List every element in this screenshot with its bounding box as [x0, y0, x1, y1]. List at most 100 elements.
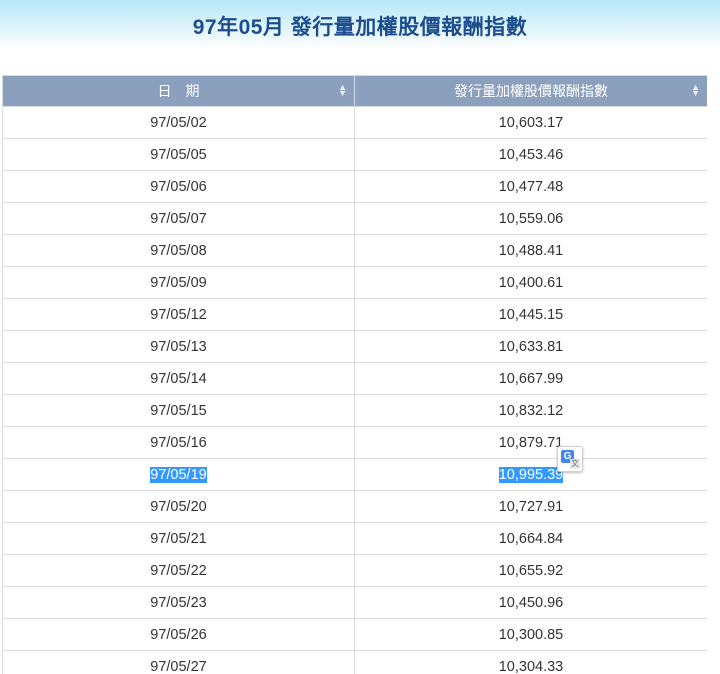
index-value-cell: 10,559.06 [354, 202, 707, 235]
index-value-cell: 10,445.15 [354, 298, 707, 331]
date-cell: 97/05/06 [2, 170, 355, 203]
date-text: 97/05/09 [150, 274, 207, 291]
table-row: 97/05/15 10,832.12 [2, 394, 707, 427]
date-cell: 97/05/23 [2, 586, 355, 619]
header-index[interactable]: 發行量加權股價報酬指數 ▲ ▼ [354, 75, 707, 107]
date-text: 97/05/14 [150, 370, 207, 387]
index-value-text: 10,559.06 [498, 210, 564, 227]
date-cell: 97/05/16 [2, 426, 355, 459]
index-value-text: 10,603.17 [498, 114, 564, 131]
date-cell: 97/05/12 [2, 298, 355, 331]
index-value-cell: 10,400.61 [354, 266, 707, 299]
index-value-cell: 10,603.17 [354, 106, 707, 139]
date-cell: 97/05/21 [2, 522, 355, 555]
table-row: 97/05/02 10,603.17 [2, 106, 707, 139]
date-text: 97/05/05 [150, 146, 207, 163]
sort-arrows-icon[interactable]: ▲ ▼ [691, 83, 700, 98]
index-value-cell: 10,832.12 [354, 394, 707, 427]
page-title: 97年05月 發行量加權股價報酬指數 [192, 16, 528, 39]
index-value-text: 10,995.39 [498, 466, 564, 483]
table-row: 97/05/20 10,727.91 [2, 490, 707, 523]
index-value-text: 10,727.91 [498, 498, 564, 515]
date-cell: 97/05/05 [2, 138, 355, 171]
date-cell: 97/05/07 [2, 202, 355, 235]
index-value-text: 10,300.85 [498, 626, 564, 643]
table-row: 97/05/12 10,445.15 [2, 298, 707, 331]
index-value-text: 10,304.33 [498, 658, 564, 674]
index-value-cell: 10,488.41 [354, 234, 707, 267]
index-value-text: 10,445.15 [498, 306, 564, 323]
header-date[interactable]: 日 期 ▲ ▼ [2, 75, 355, 107]
index-value-text: 10,879.71 [498, 434, 564, 451]
table-row: 97/05/05 10,453.46 [2, 138, 707, 171]
index-value-cell: 10,995.39 [354, 458, 707, 491]
date-text: 97/05/19 [150, 466, 207, 483]
header-date-label: 日 期 [157, 83, 200, 99]
index-value-text: 10,633.81 [498, 338, 564, 355]
date-text: 97/05/08 [150, 242, 207, 259]
date-text: 97/05/07 [150, 210, 207, 227]
date-cell: 97/05/02 [2, 106, 355, 139]
table-row: 97/05/23 10,450.96 [2, 586, 707, 619]
index-value-text: 10,477.48 [498, 178, 564, 195]
table-container: 日 期 ▲ ▼ 發行量加權股價報酬指數 ▲ ▼ 97/05/02 10,603.17 9… [2, 75, 707, 674]
sort-arrows-icon[interactable]: ▲ ▼ [338, 83, 347, 98]
date-cell: 97/05/26 [2, 618, 355, 651]
date-cell: 97/05/08 [2, 234, 355, 267]
date-text: 97/05/23 [150, 594, 207, 611]
index-value-text: 10,400.61 [498, 274, 564, 291]
date-cell: 97/05/27 [2, 650, 355, 674]
table-body: 97/05/02 10,603.17 97/05/05 10,453.46 97/05/… [2, 106, 707, 674]
date-text: 97/05/20 [150, 498, 207, 515]
index-value-cell: 10,300.85 [354, 618, 707, 651]
index-value-cell: 10,879.71 [354, 426, 707, 459]
index-value-text: 10,453.46 [498, 146, 564, 163]
date-text: 97/05/12 [150, 306, 207, 323]
table-row: 97/05/09 10,400.61 [2, 266, 707, 299]
index-value-text: 10,655.92 [498, 562, 564, 579]
index-value-cell: 10,453.46 [354, 138, 707, 171]
index-value-cell: 10,304.33 [354, 650, 707, 674]
date-cell: 97/05/13 [2, 330, 355, 363]
index-value-cell: 10,667.99 [354, 362, 707, 395]
index-value-text: 10,667.99 [498, 370, 564, 387]
date-cell: 97/05/22 [2, 554, 355, 587]
date-text: 97/05/27 [150, 658, 207, 674]
index-value-text: 10,488.41 [498, 242, 564, 259]
date-text: 97/05/26 [150, 626, 207, 643]
index-value-cell: 10,633.81 [354, 330, 707, 363]
date-cell: 97/05/09 [2, 266, 355, 299]
table-row: 97/05/27 10,304.33 [2, 650, 707, 674]
date-cell: 97/05/20 [2, 490, 355, 523]
table-row: 97/05/26 10,300.85 [2, 618, 707, 651]
table-row: 97/05/06 10,477.48 [2, 170, 707, 203]
table-row: 97/05/22 10,655.92 [2, 554, 707, 587]
table-row: 97/05/21 10,664.84 [2, 522, 707, 555]
index-value-text: 10,450.96 [498, 594, 564, 611]
google-translate-icon[interactable]: G 文 [557, 446, 583, 472]
date-text: 97/05/02 [150, 114, 207, 131]
table-row: 97/05/14 10,667.99 [2, 362, 707, 395]
title-band: 97年05月 發行量加權股價報酬指數 [0, 0, 720, 50]
date-text: 97/05/15 [150, 402, 207, 419]
index-value-cell: 10,727.91 [354, 490, 707, 523]
table-header-row: 日 期 ▲ ▼ 發行量加權股價報酬指數 ▲ ▼ [2, 75, 707, 107]
table-row: 97/05/16 10,879.71 [2, 426, 707, 459]
date-text: 97/05/22 [150, 562, 207, 579]
date-cell: 97/05/14 [2, 362, 355, 395]
table-row: 97/05/19 10,995.39 [2, 458, 707, 491]
date-text: 97/05/06 [150, 178, 207, 195]
index-value-cell: 10,477.48 [354, 170, 707, 203]
index-value-text: 10,832.12 [498, 402, 564, 419]
header-index-label: 發行量加權股價報酬指數 [454, 83, 608, 99]
date-text: 97/05/13 [150, 338, 207, 355]
index-value-cell: 10,655.92 [354, 554, 707, 587]
table-row: 97/05/08 10,488.41 [2, 234, 707, 267]
index-table: 日 期 ▲ ▼ 發行量加權股價報酬指數 ▲ ▼ 97/05/02 10,603.17 9… [2, 75, 707, 674]
index-value-cell: 10,450.96 [354, 586, 707, 619]
date-cell: 97/05/19 [2, 458, 355, 491]
date-cell: 97/05/15 [2, 394, 355, 427]
table-row: 97/05/13 10,633.81 [2, 330, 707, 363]
date-text: 97/05/21 [150, 530, 207, 547]
index-value-cell: 10,664.84 [354, 522, 707, 555]
